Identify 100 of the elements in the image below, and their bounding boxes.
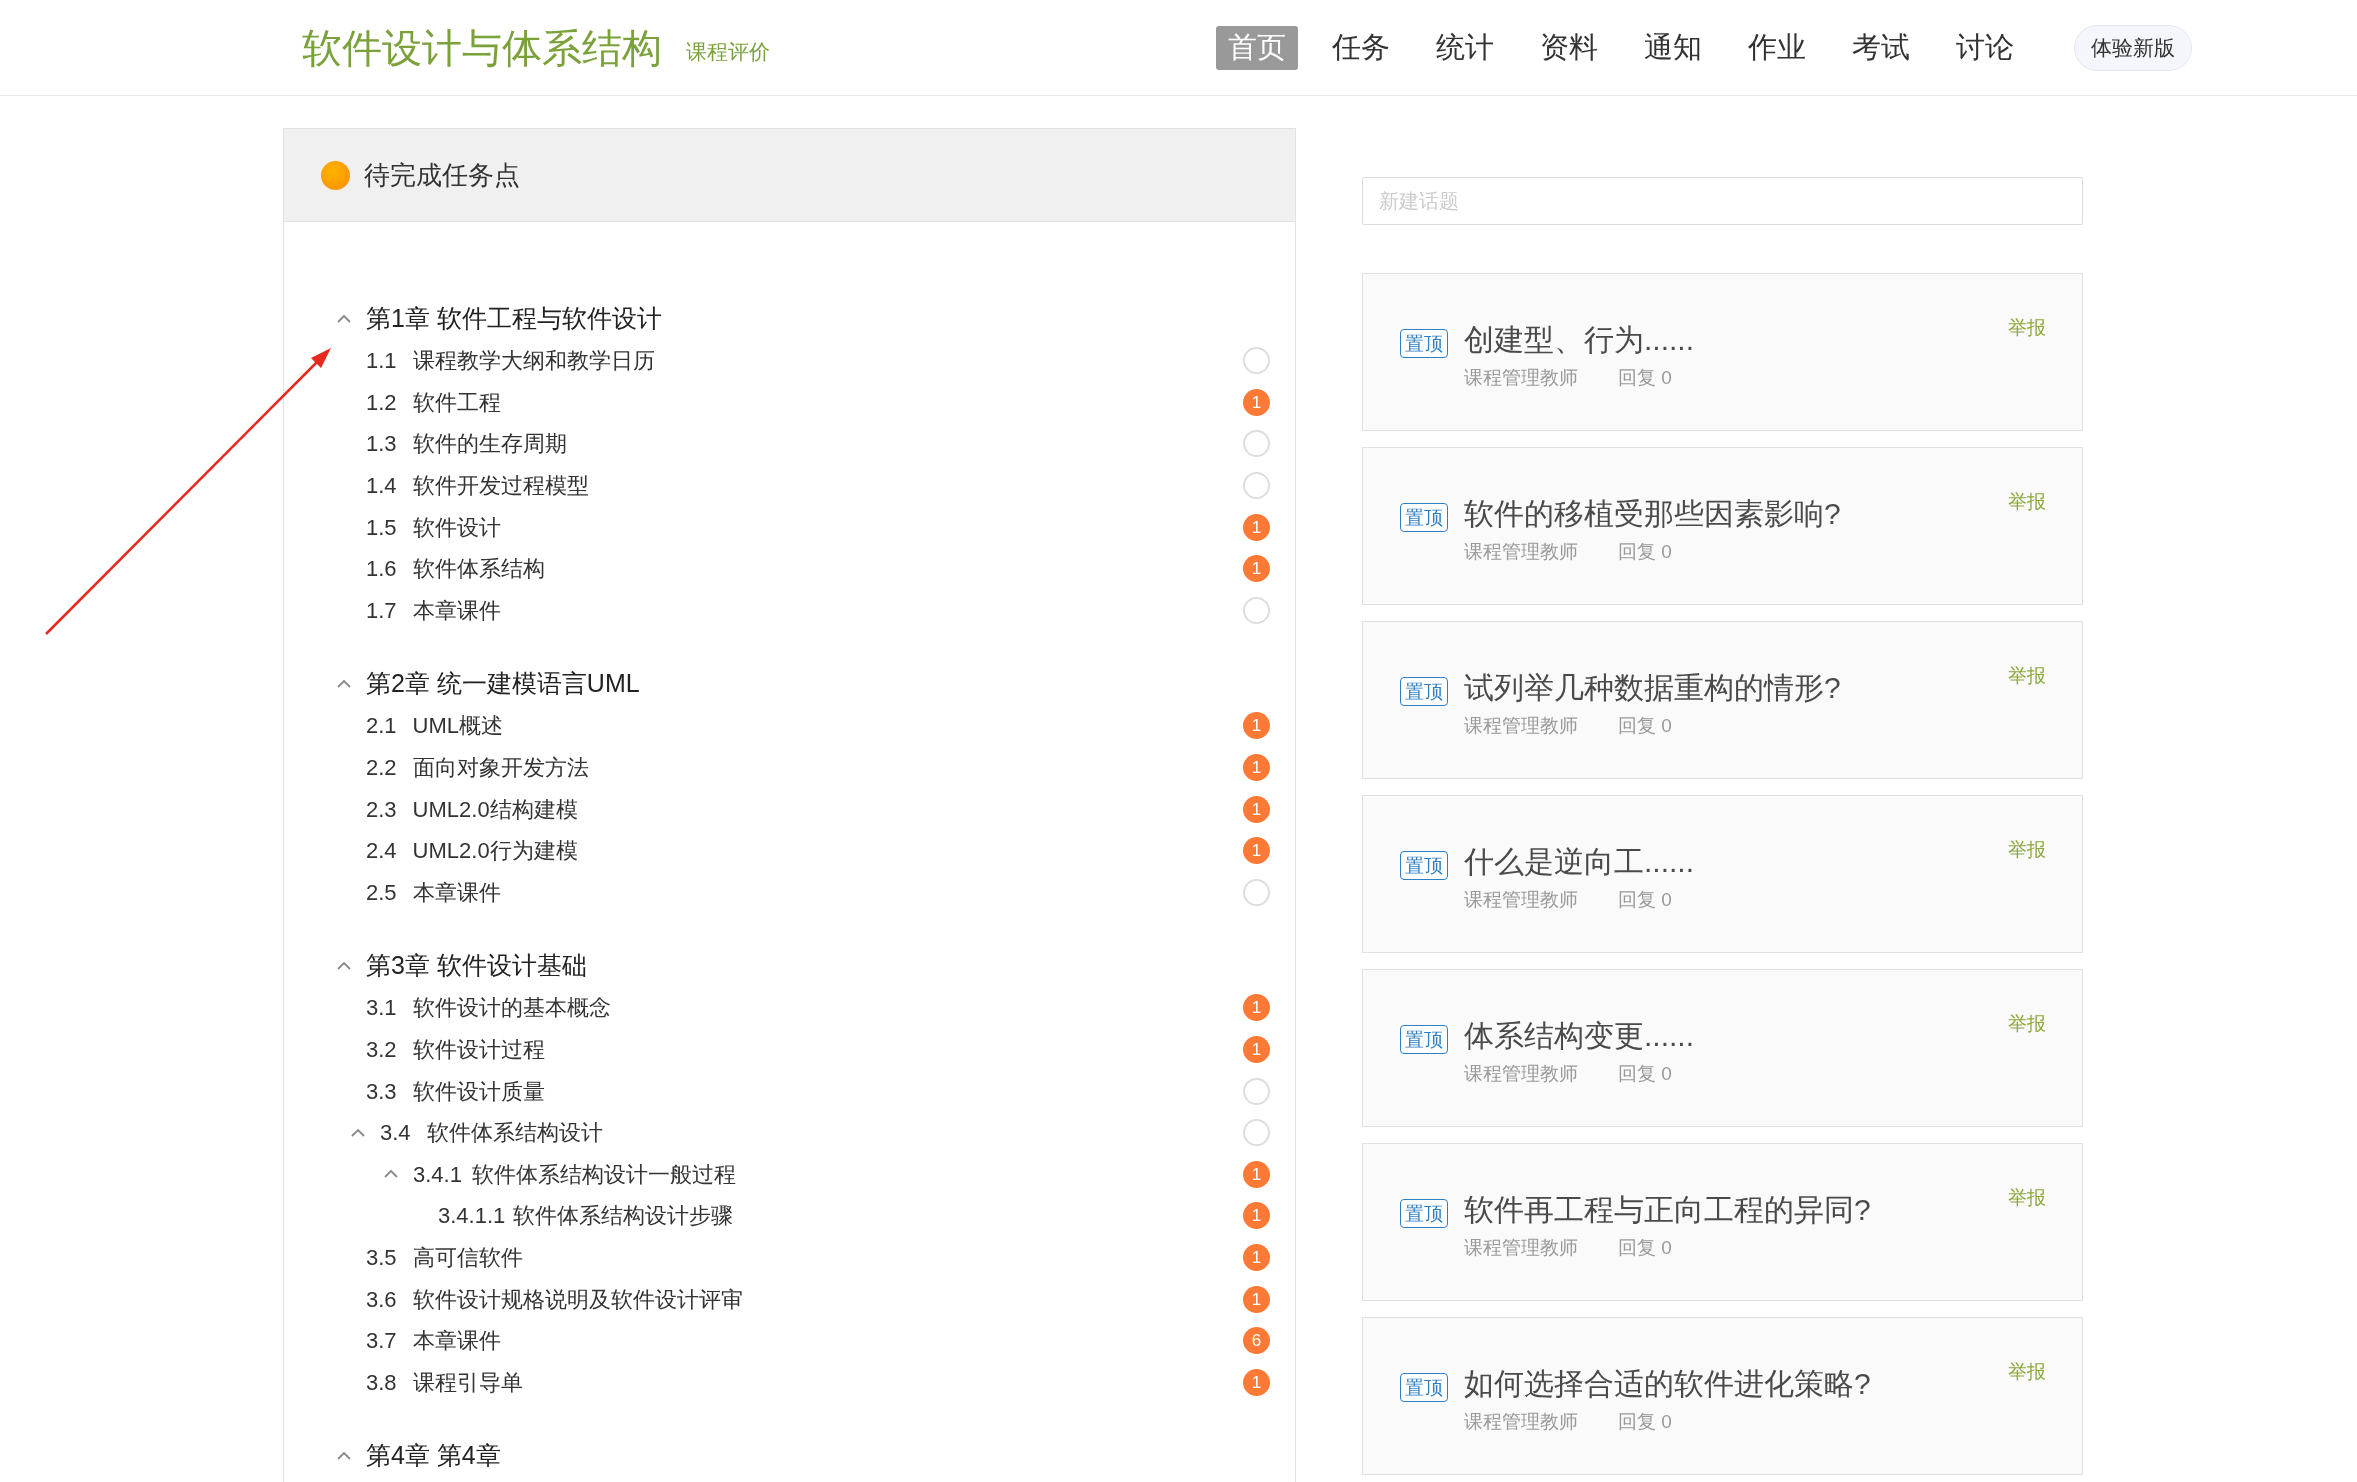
topic-card[interactable]: 置顶 如何选择合适的软件进化策略? 课程管理教师 回复 0 举报 xyxy=(1362,1317,2083,1475)
topic-title[interactable]: 如何选择合适的软件进化策略? xyxy=(1464,1364,1871,1404)
topic-card[interactable]: 置顶 创建型、行为...... 课程管理教师 回复 0 举报 xyxy=(1362,273,2083,431)
topic-author: 课程管理教师 xyxy=(1464,1410,1578,1434)
chevron-up-icon[interactable] xyxy=(350,1127,366,1138)
section-link[interactable]: 本章课件 xyxy=(412,1324,501,1358)
topic-author: 课程管理教师 xyxy=(1464,1236,1578,1260)
panel-title: 待完成任务点 xyxy=(364,158,520,192)
section-number: 1.6 xyxy=(366,555,397,584)
count-badge: 1 xyxy=(1243,1160,1270,1188)
nav-tab[interactable]: 作业 xyxy=(1736,25,1818,70)
section-link[interactable]: 软件体系结构设计步骤 xyxy=(513,1199,734,1233)
topic-card[interactable]: 置顶 体系结构变更...... 课程管理教师 回复 0 举报 xyxy=(1362,969,2083,1127)
pinned-tag: 置顶 xyxy=(1400,329,1448,358)
section-number: 2.2 xyxy=(366,754,397,783)
section-link[interactable]: 本章课件 xyxy=(412,875,501,909)
reply-count: 回复 0 xyxy=(1618,540,1672,564)
section-number: 2.1 xyxy=(366,712,397,741)
section-number: 3.2 xyxy=(366,1036,397,1064)
count-badge: 1 xyxy=(1243,994,1270,1022)
section-number: 2.3 xyxy=(366,795,397,824)
chevron-up-icon[interactable] xyxy=(336,314,352,324)
section-link[interactable]: UML2.0行为建模 xyxy=(412,834,578,868)
topic-author: 课程管理教师 xyxy=(1464,366,1578,390)
count-badge: 6 xyxy=(1243,1327,1270,1355)
topic-card[interactable]: 置顶 什么是逆向工...... 课程管理教师 回复 0 举报 xyxy=(1362,795,2083,953)
topic-title[interactable]: 什么是逆向工...... xyxy=(1464,842,1694,882)
pinned-tag: 置顶 xyxy=(1400,1025,1448,1054)
section-number: 3.8 xyxy=(366,1368,397,1397)
section-link[interactable]: 软件设计的基本概念 xyxy=(412,991,611,1025)
section-link[interactable]: 软件设计过程 xyxy=(412,1033,545,1066)
count-badge: 1 xyxy=(1243,712,1270,740)
nav-tab[interactable]: 通知 xyxy=(1632,25,1714,70)
chevron-up-icon[interactable] xyxy=(336,679,352,690)
section-link[interactable]: 软件体系结构设计 xyxy=(426,1116,603,1150)
count-badge: 1 xyxy=(1243,1368,1270,1396)
count-badge: 1 xyxy=(1243,1285,1270,1313)
count-badge: 1 xyxy=(1243,388,1270,416)
section-link[interactable]: 课程教学大纲和教学日历 xyxy=(412,344,655,378)
chapter-title[interactable]: 第2章 统一建模语言UML xyxy=(366,665,640,703)
reply-count: 回复 0 xyxy=(1618,1410,1672,1434)
chapter-title[interactable]: 第3章 软件设计基础 xyxy=(366,947,587,985)
section-number: 2.4 xyxy=(366,837,397,866)
chevron-up-icon[interactable] xyxy=(383,1169,399,1180)
topic-card[interactable]: 置顶 软件的移植受那些因素影响? 课程管理教师 回复 0 举报 xyxy=(1362,447,2083,605)
section-link[interactable]: UML概述 xyxy=(412,709,504,743)
topic-title[interactable]: 软件的移植受那些因素影响? xyxy=(1464,494,1841,534)
section-link[interactable]: 软件工程 xyxy=(412,385,501,419)
topic-card[interactable]: 置顶 软件再工程与正向工程的异同? 课程管理教师 回复 0 举报 xyxy=(1362,1143,2083,1301)
section-link[interactable]: 高可信软件 xyxy=(412,1241,523,1274)
section-number: 3.4 xyxy=(380,1119,411,1148)
section-number: 3.7 xyxy=(366,1327,397,1356)
chevron-up-icon[interactable] xyxy=(336,1451,352,1462)
section-number: 1.2 xyxy=(366,388,397,417)
reply-count: 回复 0 xyxy=(1618,888,1672,912)
nav-tab[interactable]: 任务 xyxy=(1320,25,1402,70)
chevron-up-icon[interactable] xyxy=(336,961,352,972)
new-version-button[interactable]: 体验新版 xyxy=(2074,24,2192,71)
section-link[interactable]: 软件设计规格说明及软件设计评审 xyxy=(412,1282,743,1316)
section-link[interactable]: 软件的生存周期 xyxy=(412,427,567,461)
nav-tab[interactable]: 资料 xyxy=(1528,25,1610,70)
section-link[interactable]: UML2.0结构建模 xyxy=(412,792,578,826)
topic-title[interactable]: 创建型、行为...... xyxy=(1464,320,1694,360)
pinned-tag: 置顶 xyxy=(1400,677,1448,706)
section-link[interactable]: 软件设计 xyxy=(412,510,501,544)
nav-tab[interactable]: 考试 xyxy=(1840,25,1922,70)
nav-tab[interactable]: 讨论 xyxy=(1944,25,2026,70)
section-link[interactable]: 软件体系结构 xyxy=(412,552,545,586)
section-number: 1.1 xyxy=(366,347,397,376)
count-badge: 1 xyxy=(1243,795,1270,823)
topic-author: 课程管理教师 xyxy=(1464,714,1578,738)
section-number: 1.5 xyxy=(366,513,397,542)
section-link[interactable]: 软件开发过程模型 xyxy=(412,469,589,503)
chapter-title[interactable]: 第1章 软件工程与软件设计 xyxy=(366,300,662,338)
topic-author: 课程管理教师 xyxy=(1464,1062,1578,1086)
count-badge: 1 xyxy=(1243,555,1270,583)
section-link[interactable]: 课程引导单 xyxy=(412,1365,523,1399)
section-number: 1.4 xyxy=(366,472,397,501)
topic-title[interactable]: 体系结构变更...... xyxy=(1464,1016,1694,1056)
section-number: 3.4.1 xyxy=(413,1160,462,1189)
course-title: 软件设计与体系结构 xyxy=(302,24,662,72)
chapter-title[interactable]: 第4章 第4章 xyxy=(366,1437,501,1475)
count-badge: 1 xyxy=(1243,513,1270,541)
topic-title[interactable]: 试列举几种数据重构的情形? xyxy=(1464,668,1841,708)
section-link[interactable]: 软件设计质量 xyxy=(412,1074,545,1108)
count-badge: 1 xyxy=(1243,754,1270,782)
topic-card[interactable]: 置顶 试列举几种数据重构的情形? 课程管理教师 回复 0 举报 xyxy=(1362,621,2083,779)
section-link[interactable]: 面向对象开发方法 xyxy=(412,751,589,785)
section-link[interactable]: 软件体系结构设计一般过程 xyxy=(471,1157,736,1191)
pinned-tag: 置顶 xyxy=(1400,1199,1448,1228)
nav-tab[interactable]: 统计 xyxy=(1424,25,1506,70)
section-number: 3.3 xyxy=(366,1077,397,1106)
pinned-tag: 置顶 xyxy=(1400,851,1448,880)
topic-title[interactable]: 软件再工程与正向工程的异同? xyxy=(1464,1190,1871,1230)
reply-count: 回复 0 xyxy=(1618,1062,1672,1086)
section-number: 3.1 xyxy=(366,994,397,1023)
reply-count: 回复 0 xyxy=(1618,1236,1672,1260)
pinned-tag: 置顶 xyxy=(1400,1373,1448,1402)
count-badge: 1 xyxy=(1243,1244,1270,1271)
section-link[interactable]: 本章课件 xyxy=(412,593,501,627)
